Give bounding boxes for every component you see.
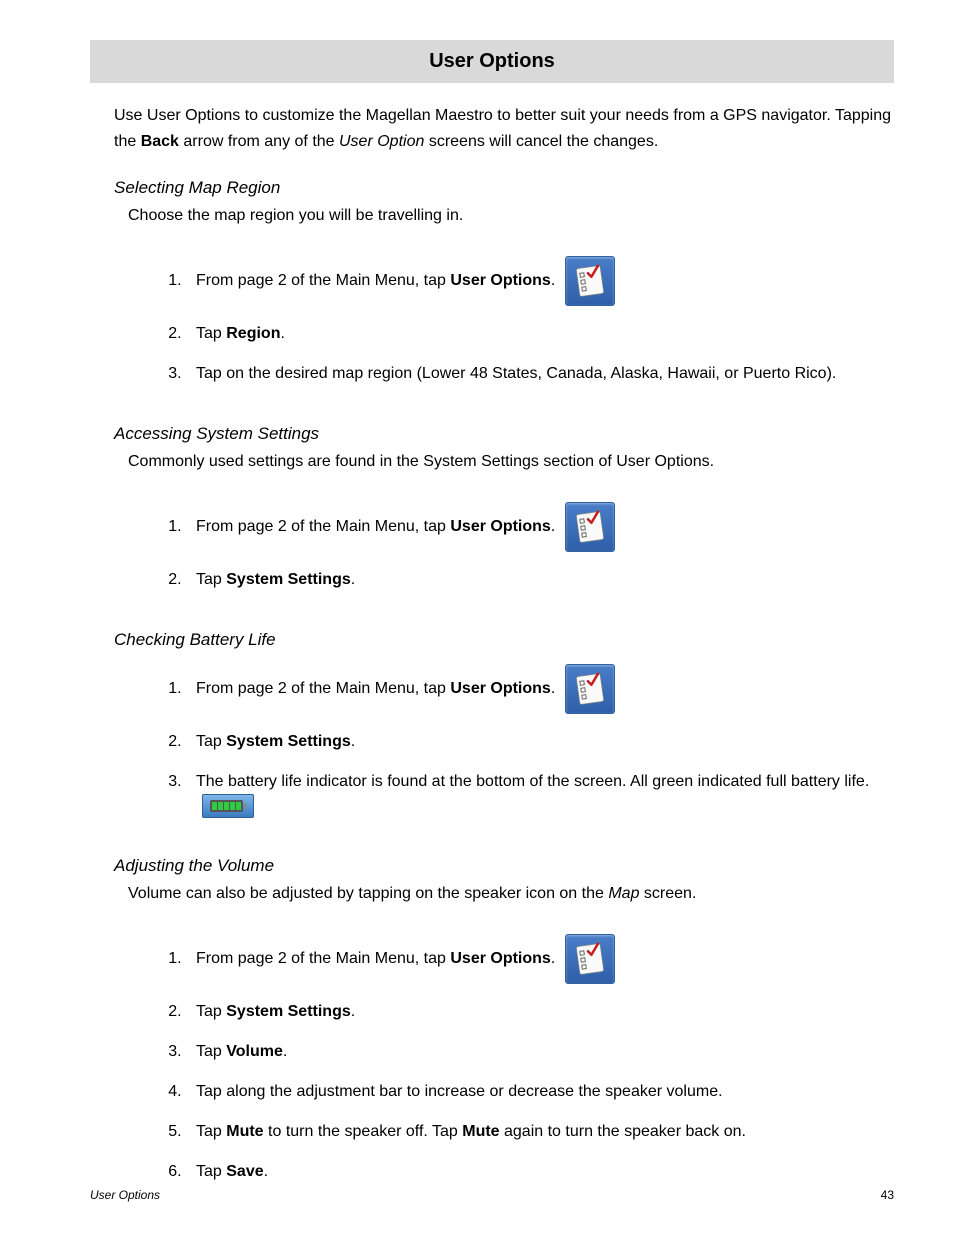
step-bold: Volume: [226, 1043, 283, 1060]
step-bold: User Options: [450, 680, 550, 697]
step: The battery life indicator is found at t…: [186, 762, 894, 826]
heading-system-settings: Accessing System Settings: [114, 424, 894, 444]
step-text: .: [551, 680, 555, 697]
step-bold: System Settings: [226, 571, 350, 588]
step-text: .: [351, 733, 355, 750]
page-title: User Options: [90, 40, 894, 83]
step-text: From page 2 of the Main Menu, tap: [196, 680, 450, 697]
heading-map-region: Selecting Map Region: [114, 178, 894, 198]
step-text: Tap: [196, 1003, 226, 1020]
step-bold: Region: [226, 325, 280, 342]
user-options-icon: [565, 934, 615, 984]
step-bold: User Options: [450, 950, 550, 967]
step-text: .: [551, 518, 555, 535]
step-bold: Mute: [462, 1123, 499, 1140]
step-bold: System Settings: [226, 733, 350, 750]
battery-indicator-icon: [202, 794, 254, 818]
desc-italic: Map: [608, 885, 639, 902]
desc-system-settings: Commonly used settings are found in the …: [128, 450, 894, 474]
footer-page-number: 43: [881, 1188, 894, 1202]
page: User Options Use User Options to customi…: [0, 0, 954, 1242]
step-text: Tap: [196, 1123, 226, 1140]
desc-map-region: Choose the map region you will be travel…: [128, 204, 894, 228]
intro-bold: Back: [141, 133, 179, 150]
step-text: to turn the speaker off. Tap: [264, 1123, 463, 1140]
steps-volume: From page 2 of the Main Menu, tap User O…: [158, 926, 894, 1192]
intro-mid: arrow from any of the: [179, 133, 339, 150]
step: From page 2 of the Main Menu, tap User O…: [186, 494, 894, 560]
user-options-icon: [565, 502, 615, 552]
step-text: Tap: [196, 325, 226, 342]
step-text: Tap: [196, 733, 226, 750]
steps-system-settings: From page 2 of the Main Menu, tap User O…: [158, 494, 894, 600]
user-options-icon: [565, 664, 615, 714]
step: Tap Volume.: [186, 1032, 894, 1072]
intro-italic: User Option: [339, 133, 424, 150]
step-bold: User Options: [450, 518, 550, 535]
step: From page 2 of the Main Menu, tap User O…: [186, 656, 894, 722]
step: From page 2 of the Main Menu, tap User O…: [186, 248, 894, 314]
desc-volume: Volume can also be adjusted by tapping o…: [128, 882, 894, 906]
step: Tap Mute to turn the speaker off. Tap Mu…: [186, 1112, 894, 1152]
step: Tap on the desired map region (Lower 48 …: [186, 354, 894, 394]
desc-pre: Volume can also be adjusted by tapping o…: [128, 885, 608, 902]
desc-post: screen.: [639, 885, 696, 902]
step: Tap Region.: [186, 314, 894, 354]
steps-map-region: From page 2 of the Main Menu, tap User O…: [158, 248, 894, 394]
step-text: .: [551, 272, 555, 289]
step: Tap System Settings.: [186, 560, 894, 600]
step-text: Tap: [196, 1163, 226, 1180]
step-text: .: [351, 1003, 355, 1020]
step-text: The battery life indicator is found at t…: [196, 773, 869, 790]
heading-battery: Checking Battery Life: [114, 630, 894, 650]
user-options-icon: [565, 256, 615, 306]
step-text: From page 2 of the Main Menu, tap: [196, 272, 450, 289]
step-text: .: [264, 1163, 268, 1180]
steps-battery: From page 2 of the Main Menu, tap User O…: [158, 656, 894, 826]
step: Tap along the adjustment bar to increase…: [186, 1072, 894, 1112]
intro-post: screens will cancel the changes.: [424, 133, 658, 150]
step-bold: User Options: [450, 272, 550, 289]
page-footer: User Options 43: [90, 1188, 894, 1202]
step-text: .: [280, 325, 284, 342]
step: Tap System Settings.: [186, 722, 894, 762]
step-bold: System Settings: [226, 1003, 350, 1020]
step-text: Tap: [196, 571, 226, 588]
step: Tap Save.: [186, 1152, 894, 1192]
heading-volume: Adjusting the Volume: [114, 856, 894, 876]
step-text: Tap: [196, 1043, 226, 1060]
step-bold: Save: [226, 1163, 263, 1180]
intro-paragraph: Use User Options to customize the Magell…: [114, 103, 894, 154]
step-text: From page 2 of the Main Menu, tap: [196, 518, 450, 535]
step-bold: Mute: [226, 1123, 263, 1140]
step-text: again to turn the speaker back on.: [500, 1123, 746, 1140]
step-text: From page 2 of the Main Menu, tap: [196, 950, 450, 967]
step: Tap System Settings.: [186, 992, 894, 1032]
step-text: .: [283, 1043, 287, 1060]
step-text: .: [551, 950, 555, 967]
footer-section-name: User Options: [90, 1188, 160, 1202]
step: From page 2 of the Main Menu, tap User O…: [186, 926, 894, 992]
step-text: .: [351, 571, 355, 588]
